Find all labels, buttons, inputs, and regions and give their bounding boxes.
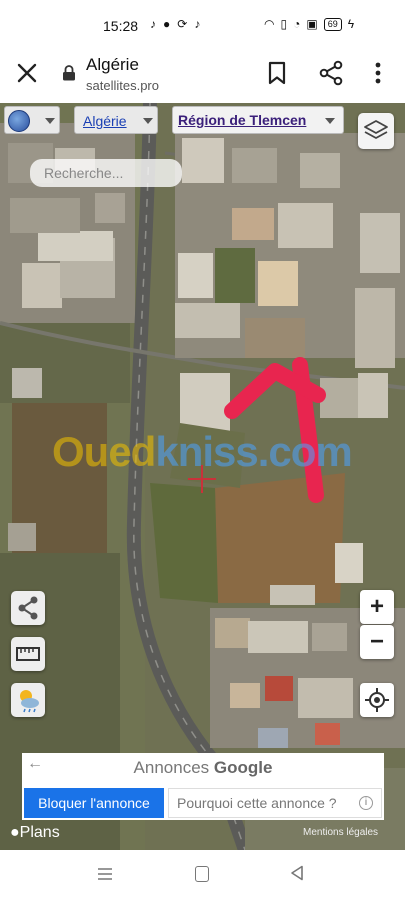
- chevron-down-icon: [45, 118, 55, 124]
- weather-button[interactable]: [11, 683, 45, 717]
- zoom-out-button[interactable]: −: [360, 625, 394, 659]
- share-icon[interactable]: [318, 60, 344, 86]
- messenger-icon: ●: [163, 17, 171, 31]
- chevron-down-icon: [325, 118, 335, 124]
- country-select-value: Algérie: [83, 113, 127, 129]
- system-nav-bar: [0, 850, 405, 900]
- back-icon[interactable]: [290, 865, 304, 881]
- wifi-icon: ◔: [293, 17, 301, 31]
- ad-title: Annonces Google: [22, 758, 384, 778]
- info-icon: i: [359, 796, 373, 810]
- recent-apps-icon[interactable]: [97, 867, 113, 881]
- tiktok-icon: ♪: [194, 17, 201, 31]
- sim-icon: ▣: [306, 17, 318, 31]
- country-select[interactable]: Algérie: [74, 106, 158, 134]
- measure-button[interactable]: [11, 637, 45, 671]
- vibrate-icon: ▯: [280, 17, 288, 31]
- block-ad-button[interactable]: Bloquer l'annonce: [24, 788, 164, 818]
- watermark-part2: kniss: [155, 428, 258, 475]
- map-type-selector[interactable]: [4, 106, 60, 134]
- legal-link[interactable]: Mentions légales: [303, 827, 378, 838]
- sync-icon: ⟳: [177, 17, 188, 31]
- watermark: Ouedkniss.com: [52, 428, 353, 476]
- chevron-down-icon: [143, 118, 153, 124]
- plans-label: Plans: [19, 824, 60, 841]
- share-map-button[interactable]: [11, 591, 45, 625]
- more-options-icon[interactable]: [368, 60, 388, 86]
- bookmark-icon[interactable]: [265, 60, 289, 86]
- music-note-icon: ♪: [150, 17, 156, 31]
- status-time: 15:28: [103, 18, 139, 34]
- apple-plans-attribution: ●Plans: [10, 824, 60, 842]
- status-bar: 15:28 ♪ ● ⟳ ♪ ◠ ▯ ◔ ▣ 69 ϟ: [0, 0, 405, 52]
- page-url: satellites.pro: [86, 78, 159, 93]
- apple-logo-icon: ●: [10, 824, 20, 841]
- satellite-imagery: [0, 103, 405, 850]
- region-select-value: Région de Tlemcen: [178, 112, 307, 128]
- browser-header: Algérie satellites.pro: [0, 52, 405, 100]
- ruler-icon: [16, 647, 40, 661]
- watermark-part1: Oued: [52, 428, 156, 475]
- ad-banner: ← Annonces Google Bloquer l'annonce Pour…: [22, 753, 384, 820]
- globe-icon: [8, 110, 30, 132]
- ad-title-brand: Google: [213, 758, 273, 777]
- headphones-icon: ◠: [264, 17, 275, 31]
- ad-title-prefix: Annonces: [133, 758, 210, 777]
- layers-button[interactable]: [358, 113, 394, 149]
- battery-icon: 69: [323, 17, 342, 31]
- home-icon[interactable]: [195, 866, 209, 882]
- region-select[interactable]: Région de Tlemcen: [172, 106, 344, 134]
- system-icons: ◠ ▯ ◔ ▣ 69 ϟ: [264, 17, 354, 31]
- map-search-input[interactable]: Recherche...: [30, 159, 182, 187]
- locate-button[interactable]: [360, 683, 394, 717]
- page-title: Algérie: [86, 55, 139, 74]
- zoom-in-button[interactable]: +: [360, 590, 394, 624]
- charging-icon: ϟ: [347, 17, 355, 31]
- weather-icon: [20, 690, 39, 713]
- location-target-icon: [365, 688, 389, 712]
- satellite-map[interactable]: Algérie Région de Tlemcen Recherche... O…: [0, 103, 405, 850]
- why-this-ad-button[interactable]: Pourquoi cette annonce ? i: [168, 788, 382, 818]
- share-icon: [18, 596, 38, 620]
- lock-icon: [63, 65, 75, 81]
- search-placeholder: Recherche...: [44, 165, 124, 181]
- close-icon[interactable]: [14, 60, 40, 86]
- why-this-ad-label: Pourquoi cette annonce ?: [177, 795, 337, 811]
- notification-icons: ♪ ● ⟳ ♪: [150, 17, 200, 31]
- watermark-part3: .com: [257, 428, 353, 475]
- layers-icon: [364, 120, 388, 139]
